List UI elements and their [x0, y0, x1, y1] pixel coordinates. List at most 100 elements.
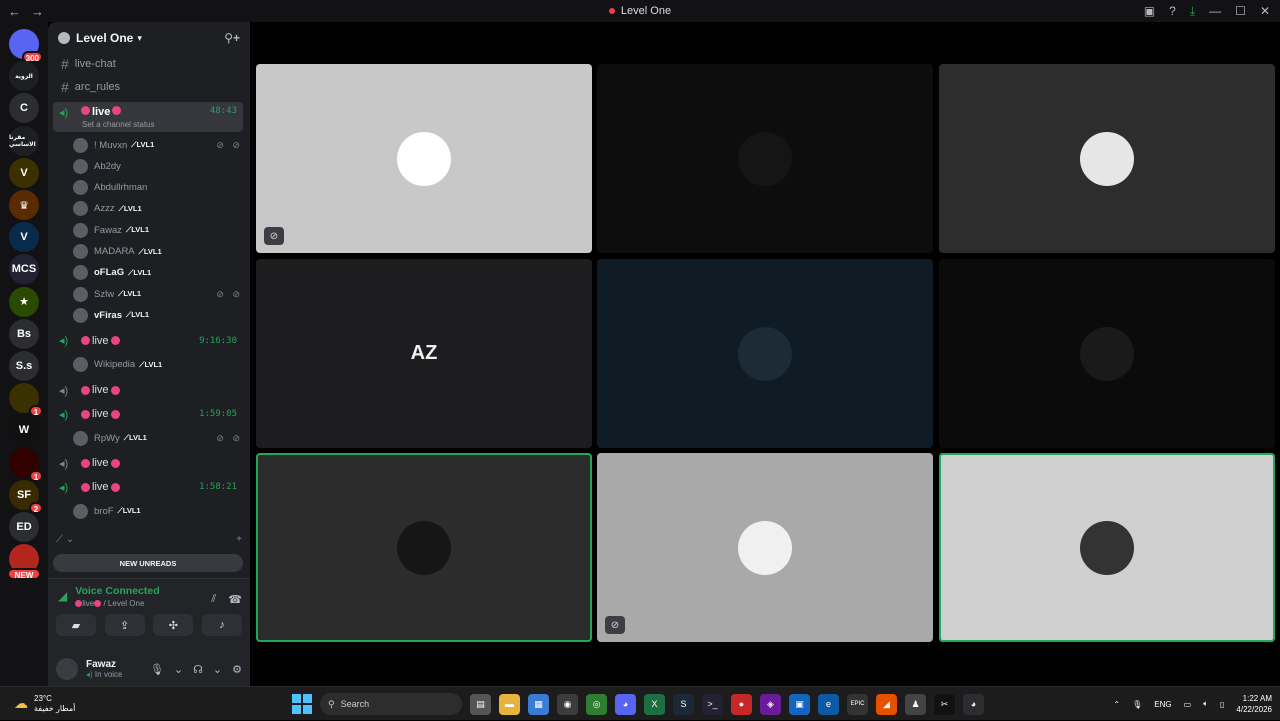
participant-tile[interactable]	[597, 64, 933, 253]
user-avatar[interactable]	[56, 658, 78, 680]
microphone-tray-icon[interactable]: 🎙︎	[1132, 700, 1142, 709]
maximize-button[interactable]: ☐	[1235, 4, 1246, 18]
add-channel-icon[interactable]: +	[236, 534, 242, 545]
chrome-taskbar-icon[interactable]: ◎	[586, 693, 607, 715]
download-icon[interactable]: ⤓	[1190, 4, 1195, 19]
mic-options-chevron-icon[interactable]: ⌄	[174, 663, 183, 676]
help-icon[interactable]: ?	[1169, 4, 1176, 18]
clock[interactable]: 1:22 AM 4/22/2026	[1236, 693, 1272, 715]
server-icon-12[interactable]: W	[9, 415, 39, 446]
voice-channel[interactable]: ◂) live 1:59:05	[53, 404, 243, 424]
soundboard-button[interactable]: ♪	[201, 614, 242, 636]
app-red-taskbar-icon[interactable]: ●	[731, 693, 752, 715]
participant-tile[interactable]: AZ	[256, 259, 592, 448]
new-unreads-pill[interactable]: NEW UNREADS	[53, 554, 243, 572]
invite-people-icon[interactable]: ⚲+	[224, 31, 240, 45]
network-icon[interactable]: ▭	[1184, 700, 1192, 709]
camera-off-button[interactable]: ▰	[56, 614, 96, 636]
audio-options-chevron-icon[interactable]: ⌄	[213, 663, 222, 676]
server-icon-13[interactable]: 1	[9, 447, 43, 482]
participant-tile[interactable]: ⊘	[256, 64, 592, 253]
server-icon-16[interactable]: NEW	[7, 544, 41, 581]
server-icon-10[interactable]: S.s	[9, 351, 39, 381]
capcut-taskbar-icon[interactable]: ✂	[934, 693, 955, 715]
minimize-button[interactable]: —	[1209, 4, 1221, 18]
screen-share-icon[interactable]: ▣	[1144, 4, 1155, 18]
voice-channel[interactable]: ◂) live 9:16:30	[53, 331, 243, 351]
server-icon-6[interactable]: V	[9, 222, 39, 253]
text-channel-live-chat[interactable]: # live-chat	[53, 54, 243, 74]
server-icon-5[interactable]: ♛	[9, 190, 39, 220]
files-taskbar-icon[interactable]: ▬	[499, 693, 520, 715]
app-purple-taskbar-icon[interactable]: ◈	[760, 693, 781, 715]
close-button[interactable]: ✕	[1260, 4, 1270, 18]
steam-taskbar-icon[interactable]: S	[673, 693, 694, 715]
microphone-icon[interactable]: 🎙︎	[150, 663, 164, 676]
app-gray-taskbar-icon[interactable]: ♟	[905, 693, 926, 715]
voice-channel[interactable]: ◂) live 1:58:21	[53, 477, 243, 497]
activities-button[interactable]: ✣	[153, 614, 194, 636]
server-icon-7[interactable]: MCS	[9, 254, 39, 285]
disconnect-icon[interactable]: ☎	[228, 593, 242, 606]
language-indicator[interactable]: ENG	[1154, 700, 1171, 709]
participant-tile[interactable]	[256, 453, 592, 642]
excel-taskbar-icon[interactable]: X	[644, 693, 665, 715]
back-icon[interactable]: ←	[8, 4, 21, 19]
voice-user[interactable]: Szlw ⟋LVL1 ⊘ ⊘	[73, 284, 243, 304]
voice-channel[interactable]: ◂) live	[53, 380, 243, 400]
participant-tile[interactable]	[597, 259, 933, 448]
server-icon-4[interactable]: V	[9, 157, 39, 188]
volume-icon[interactable]: 🔈︎	[1203, 699, 1208, 709]
taskbar-search[interactable]: ⚲ Search	[320, 693, 462, 715]
voice-user[interactable]: Wikipedia ⟋LVL1	[73, 355, 243, 375]
voice-user[interactable]: Azzz ⟋LVL1	[73, 199, 243, 219]
server-icon-1[interactable]: الزوية	[9, 61, 39, 92]
discord-2-taskbar-icon[interactable]: ◕	[963, 693, 984, 715]
discord-taskbar-icon[interactable]: ◕	[615, 693, 636, 715]
participant-tile[interactable]	[939, 453, 1275, 642]
tray-overflow-icon[interactable]: ⌃	[1113, 700, 1120, 709]
server-icon-3[interactable]: مقرنا الاساسي	[9, 125, 39, 156]
server-icon-0[interactable]: 300	[9, 29, 43, 63]
epic-taskbar-icon[interactable]: EPIC	[847, 693, 868, 715]
obs-taskbar-icon[interactable]: ◉	[557, 693, 578, 715]
participant-tile[interactable]	[939, 64, 1275, 253]
category-chevron-icon[interactable]: ⟋ ⌄	[56, 534, 74, 545]
voice-channel-path[interactable]: live / Level One	[75, 599, 159, 608]
voice-user[interactable]: oFLaG ⟋LVL1	[73, 263, 243, 283]
settings-gear-icon[interactable]: ⚙	[232, 663, 242, 676]
server-icon-11[interactable]: 1	[9, 383, 43, 418]
headphones-icon[interactable]: ☊	[193, 663, 203, 676]
noise-suppression-icon[interactable]: ⫽	[211, 593, 216, 606]
server-icon-15[interactable]: ED	[9, 512, 39, 542]
server-icon-2[interactable]: C	[9, 93, 39, 124]
edge-taskbar-icon[interactable]: e	[818, 693, 839, 715]
server-icon-8[interactable]: ★	[9, 286, 39, 317]
voice-channel[interactable]: ◂) live 48:43 Set a channel status	[53, 102, 243, 132]
channel-status-hint[interactable]: Set a channel status	[82, 120, 155, 129]
guild-header[interactable]: Level One ▾ ⚲+	[48, 22, 250, 54]
weather-widget[interactable]: ☁ 23°C أمطار خفيفة	[0, 694, 260, 714]
voice-user[interactable]: ! Muvxn ⟋LVL1 ⊘ ⊘	[73, 135, 243, 155]
text-channel-arc_rules[interactable]: # arc_rules	[53, 77, 243, 97]
server-icon-14[interactable]: SF 2	[9, 479, 43, 514]
server-icon-9[interactable]: Bs	[9, 318, 39, 349]
app-blue-taskbar-icon[interactable]: ▣	[789, 693, 810, 715]
store-taskbar-icon[interactable]: ▦	[528, 693, 549, 715]
voice-user[interactable]: Abdullrhman	[73, 178, 243, 198]
participant-tile[interactable]: ⊘	[597, 453, 933, 642]
signal-icon[interactable]: ◢	[58, 589, 67, 603]
voice-user[interactable]: Ab2dy	[73, 156, 243, 176]
voice-user[interactable]: RpWy ⟋LVL1 ⊘ ⊘	[73, 428, 243, 448]
voice-user[interactable]: vFiras ⟋LVL1	[73, 305, 243, 325]
app-orange-taskbar-icon[interactable]: ◢	[876, 693, 897, 715]
file-explorer-taskbar-icon[interactable]: ▤	[470, 693, 491, 715]
voice-user[interactable]: MADARA ⟋LVL1	[73, 242, 243, 262]
voice-user[interactable]: Fawaz ⟋LVL1	[73, 220, 243, 240]
forward-icon[interactable]: →	[31, 4, 44, 19]
voice-user[interactable]: broF ⟋LVL1	[73, 501, 243, 521]
start-button[interactable]	[292, 694, 312, 714]
terminal-taskbar-icon[interactable]: >_	[702, 693, 723, 715]
share-screen-button[interactable]: ⇪	[104, 614, 145, 636]
battery-icon[interactable]: ▯	[1220, 700, 1224, 709]
